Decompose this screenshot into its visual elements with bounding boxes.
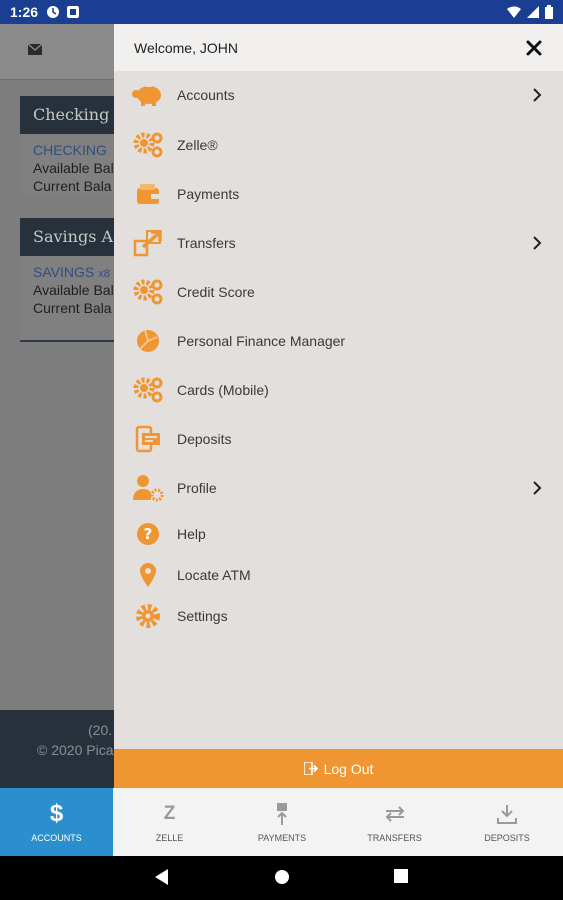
- app-notification-icon: [47, 6, 60, 18]
- dollar-icon: $: [49, 800, 64, 827]
- bottom-tab-bar: $ ACCOUNTS Z ZELLE PAYMENTS TRANSFERS DE…: [0, 788, 563, 856]
- menu-label-transfers: Transfers: [177, 235, 236, 251]
- gear-icon: [132, 600, 164, 632]
- menu-item-credit-score[interactable]: Credit Score: [114, 274, 563, 310]
- mail-icon[interactable]: [28, 44, 42, 55]
- menu-item-locate-atm[interactable]: Locate ATM: [114, 557, 563, 593]
- menu-item-cards[interactable]: Cards (Mobile): [114, 372, 563, 408]
- zelle-icon: Z: [163, 803, 176, 824]
- logout-label: Log Out: [323, 760, 374, 777]
- svg-text:?: ?: [144, 525, 153, 543]
- menu-label-help: Help: [177, 526, 206, 542]
- system-nav-bar: [0, 856, 563, 900]
- wallet-icon: [132, 178, 164, 210]
- menu-label-deposits: Deposits: [177, 431, 232, 447]
- menu-label-zelle: Zelle®: [177, 137, 218, 153]
- tab-zelle[interactable]: Z ZELLE: [113, 788, 226, 856]
- tab-label-transfers: TRANSFERS: [367, 833, 422, 843]
- menu-item-deposits[interactable]: Deposits: [114, 421, 563, 457]
- menu-label-cards: Cards (Mobile): [177, 382, 269, 398]
- chevron-right-icon: [533, 88, 542, 102]
- navigation-drawer: Welcome, JOHN Accounts Zelle® Payments T…: [114, 24, 563, 788]
- gears-icon: [132, 276, 164, 308]
- tab-accounts[interactable]: $ ACCOUNTS: [0, 788, 113, 856]
- gears-icon: [132, 129, 164, 161]
- menu-item-transfers[interactable]: Transfers: [114, 225, 563, 261]
- tab-payments[interactable]: PAYMENTS: [226, 788, 338, 856]
- menu-label-locate-atm: Locate ATM: [177, 567, 251, 583]
- signal-icon: [527, 6, 539, 18]
- user-gear-icon: [132, 472, 164, 504]
- wifi-icon: [507, 6, 521, 18]
- menu-label-payments: Payments: [177, 186, 240, 202]
- transfer-arrows-icon: [384, 801, 406, 827]
- menu-label-accounts: Accounts: [177, 87, 235, 103]
- tab-transfers[interactable]: TRANSFERS: [338, 788, 451, 856]
- gears-icon: [132, 374, 164, 406]
- battery-icon: [545, 5, 553, 19]
- menu-label-pfm: Personal Finance Manager: [177, 333, 346, 349]
- footer-line-1: (20.: [88, 722, 113, 738]
- recents-icon[interactable]: [394, 869, 408, 883]
- tab-label-payments: PAYMENTS: [257, 833, 307, 843]
- menu-label-settings: Settings: [177, 608, 228, 624]
- chevron-right-icon: [533, 481, 542, 495]
- menu-label-credit-score: Credit Score: [177, 284, 255, 300]
- menu-item-personal-finance-manager[interactable]: Personal Finance Manager: [114, 323, 563, 359]
- menu-item-settings[interactable]: Settings: [114, 598, 563, 634]
- tab-label-accounts: ACCOUNTS: [31, 833, 82, 843]
- status-bar: 1:26: [0, 0, 563, 24]
- help-icon: ?: [132, 518, 164, 550]
- menu-item-payments[interactable]: Payments: [114, 176, 563, 212]
- payments-icon: [275, 801, 289, 827]
- menu-item-profile[interactable]: Profile: [114, 470, 563, 506]
- logout-button[interactable]: Log Out: [114, 749, 563, 788]
- savings-mask: x8: [98, 268, 110, 280]
- menu-item-zelle[interactable]: Zelle®: [114, 127, 563, 163]
- download-icon: [497, 801, 517, 827]
- close-icon[interactable]: [525, 39, 543, 57]
- footer-copyright: © 2020 Pica: [37, 742, 114, 758]
- status-time: 1:26: [10, 4, 39, 20]
- tab-deposits[interactable]: DEPOSITS: [451, 788, 563, 856]
- menu-item-help[interactable]: ? Help: [114, 516, 563, 552]
- welcome-text: Welcome, JOHN: [134, 39, 238, 56]
- chevron-right-icon: [533, 236, 542, 250]
- tab-label-zelle: ZELLE: [155, 833, 184, 843]
- check-deposit-icon: [132, 423, 164, 455]
- logout-icon: [303, 762, 318, 775]
- piggy-bank-icon: [132, 79, 164, 111]
- transfer-icon: [132, 227, 164, 259]
- notification-icon: [67, 6, 80, 18]
- home-icon[interactable]: [274, 869, 290, 885]
- location-pin-icon: [132, 559, 164, 591]
- back-icon[interactable]: [155, 869, 169, 885]
- menu-item-accounts[interactable]: Accounts: [114, 77, 563, 113]
- pie-chart-icon: [132, 325, 164, 357]
- drawer-header: Welcome, JOHN: [114, 24, 563, 71]
- menu-label-profile: Profile: [177, 480, 217, 496]
- tab-label-deposits: DEPOSITS: [484, 833, 530, 843]
